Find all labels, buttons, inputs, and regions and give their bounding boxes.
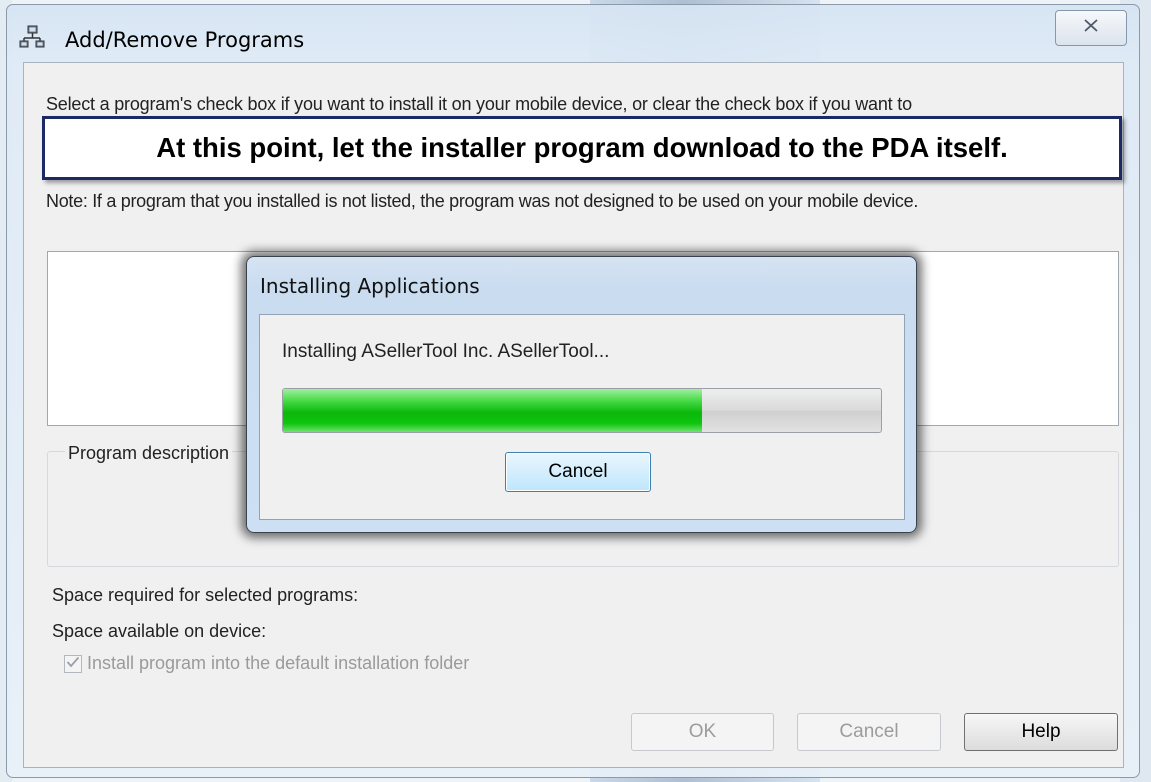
dialog-cancel-button[interactable]: Cancel: [505, 452, 651, 492]
instruction-text: Select a program's check box if you want…: [46, 94, 912, 114]
space-available-label: Space available on device:: [52, 621, 267, 641]
callout-annotation: At this point, let the installer program…: [42, 116, 1122, 180]
window-title: Add/Remove Programs: [65, 28, 305, 52]
note-text: Note: If a program that you installed is…: [46, 191, 919, 211]
help-button[interactable]: Help: [964, 713, 1118, 751]
install-status-text: Installing ASellerTool Inc. ASellerTool.…: [282, 341, 610, 362]
close-button[interactable]: [1055, 10, 1127, 46]
install-progress-bar: [282, 388, 882, 433]
program-description-label: Program description: [65, 443, 233, 464]
default-folder-checkbox[interactable]: [64, 654, 82, 673]
install-progress-fill: [283, 389, 702, 432]
default-folder-checkbox-label: Install program into the default install…: [87, 653, 470, 673]
close-icon: [1084, 19, 1098, 37]
space-required-label: Space required for selected programs:: [52, 585, 359, 605]
default-folder-checkbox-row: Install program into the default install…: [64, 653, 469, 674]
dialog-title: Installing Applications: [260, 274, 480, 298]
installing-applications-dialog: Installing Applications Installing ASell…: [246, 256, 917, 533]
ok-button[interactable]: OK: [631, 713, 774, 751]
dialog-client-area: Installing ASellerTool Inc. ASellerTool.…: [259, 314, 905, 520]
cancel-button[interactable]: Cancel: [797, 713, 941, 751]
checkmark-icon: [66, 655, 80, 673]
network-computers-icon: [19, 25, 45, 49]
